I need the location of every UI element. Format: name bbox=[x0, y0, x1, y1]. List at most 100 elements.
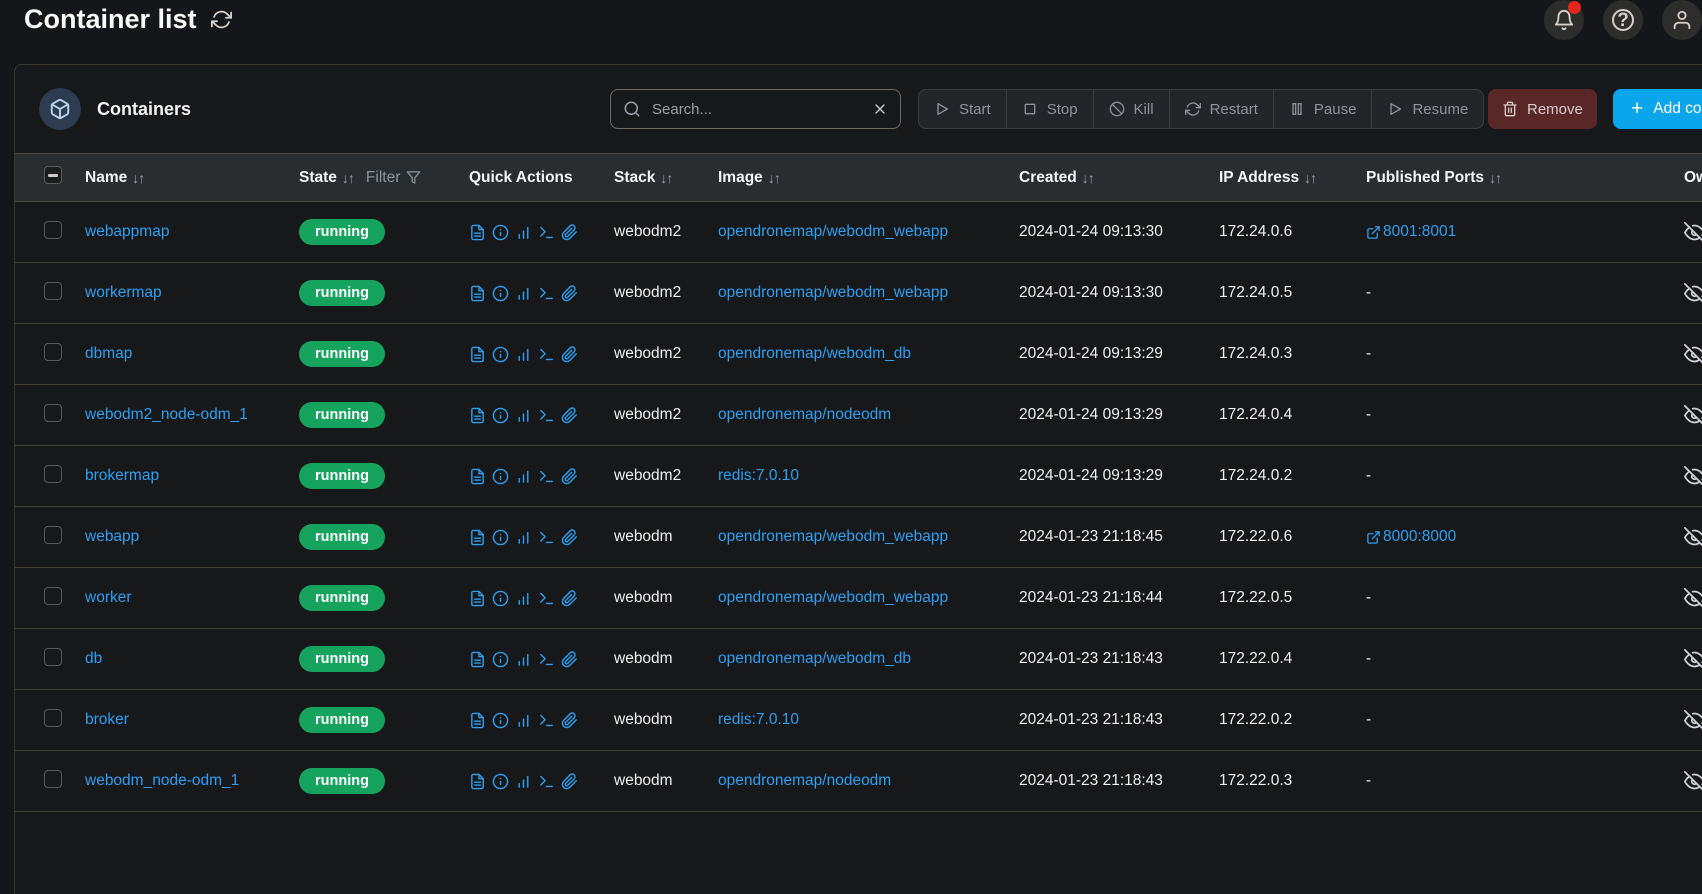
row-checkbox[interactable] bbox=[44, 586, 62, 605]
add-container-button[interactable]: + Add container bbox=[1613, 89, 1702, 129]
attach-icon[interactable] bbox=[561, 345, 578, 363]
image-link[interactable]: opendronemap/webodm_db bbox=[718, 650, 911, 667]
help-button[interactable]: ? bbox=[1603, 0, 1643, 40]
container-name-link[interactable]: dbmap bbox=[85, 345, 132, 362]
column-header-stack[interactable]: Stack ↓↑ bbox=[614, 153, 718, 202]
stats-icon[interactable] bbox=[515, 712, 532, 729]
attach-icon[interactable] bbox=[561, 589, 578, 607]
container-name-link[interactable]: webapp bbox=[85, 528, 139, 545]
logs-icon[interactable] bbox=[469, 224, 486, 241]
row-checkbox[interactable] bbox=[44, 342, 62, 361]
stop-button[interactable]: Stop bbox=[1005, 90, 1093, 128]
exec-console-icon[interactable] bbox=[538, 407, 555, 424]
row-checkbox[interactable] bbox=[44, 769, 62, 788]
stats-icon[interactable] bbox=[515, 529, 532, 546]
sort-icon[interactable]: ↓↑ bbox=[342, 170, 355, 186]
resume-button[interactable]: Resume bbox=[1371, 90, 1483, 128]
stats-icon[interactable] bbox=[515, 590, 532, 607]
column-header-ownership[interactable]: Ownership bbox=[1557, 153, 1702, 202]
exec-console-icon[interactable] bbox=[538, 651, 555, 668]
exec-console-icon[interactable] bbox=[538, 224, 555, 241]
stats-icon[interactable] bbox=[515, 224, 532, 241]
logs-icon[interactable] bbox=[469, 712, 486, 729]
container-name-link[interactable]: webodm_node-odm_1 bbox=[85, 772, 239, 789]
inspect-icon[interactable] bbox=[492, 529, 509, 546]
sort-icon[interactable]: ↓↑ bbox=[1489, 170, 1502, 186]
logs-icon[interactable] bbox=[469, 346, 486, 363]
row-checkbox[interactable] bbox=[44, 708, 62, 727]
notifications-button[interactable] bbox=[1544, 0, 1584, 40]
stats-icon[interactable] bbox=[515, 651, 532, 668]
image-link[interactable]: opendronemap/webodm_webapp bbox=[718, 528, 948, 545]
image-link[interactable]: opendronemap/webodm_webapp bbox=[718, 223, 948, 240]
container-name-link[interactable]: db bbox=[85, 650, 102, 667]
attach-icon[interactable] bbox=[561, 772, 578, 790]
attach-icon[interactable] bbox=[561, 406, 578, 424]
logs-icon[interactable] bbox=[469, 773, 486, 790]
inspect-icon[interactable] bbox=[492, 712, 509, 729]
inspect-icon[interactable] bbox=[492, 224, 509, 241]
stats-icon[interactable] bbox=[515, 407, 532, 424]
attach-icon[interactable] bbox=[561, 284, 578, 302]
column-header-ip[interactable]: IP Address ↓↑ bbox=[1219, 153, 1366, 202]
refresh-icon[interactable] bbox=[210, 9, 232, 30]
pause-button[interactable]: Pause bbox=[1272, 90, 1372, 128]
inspect-icon[interactable] bbox=[492, 590, 509, 607]
row-checkbox[interactable] bbox=[44, 464, 62, 483]
logs-icon[interactable] bbox=[469, 468, 486, 485]
exec-console-icon[interactable] bbox=[538, 529, 555, 546]
attach-icon[interactable] bbox=[561, 650, 578, 668]
attach-icon[interactable] bbox=[561, 223, 578, 241]
column-header-image[interactable]: Image ↓↑ bbox=[718, 153, 1019, 202]
stats-icon[interactable] bbox=[515, 285, 532, 302]
exec-console-icon[interactable] bbox=[538, 468, 555, 485]
stats-icon[interactable] bbox=[515, 468, 532, 485]
sort-icon[interactable]: ↓↑ bbox=[768, 170, 781, 186]
inspect-icon[interactable] bbox=[492, 468, 509, 485]
select-all-checkbox[interactable] bbox=[44, 166, 62, 184]
restart-button[interactable]: Restart bbox=[1168, 90, 1273, 128]
stats-icon[interactable] bbox=[515, 773, 532, 790]
image-link[interactable]: opendronemap/webodm_webapp bbox=[718, 589, 948, 606]
start-button[interactable]: Start bbox=[919, 90, 1006, 128]
logs-icon[interactable] bbox=[469, 651, 486, 668]
remove-button[interactable]: Remove bbox=[1488, 89, 1597, 129]
image-link[interactable]: opendronemap/nodeodm bbox=[718, 772, 891, 789]
attach-icon[interactable] bbox=[561, 467, 578, 485]
clear-search-icon[interactable] bbox=[872, 101, 888, 117]
container-name-link[interactable]: worker bbox=[85, 589, 132, 606]
attach-icon[interactable] bbox=[561, 528, 578, 546]
row-checkbox[interactable] bbox=[44, 403, 62, 422]
inspect-icon[interactable] bbox=[492, 407, 509, 424]
image-link[interactable]: redis:7.0.10 bbox=[718, 467, 799, 484]
sort-icon[interactable]: ↓↑ bbox=[132, 170, 145, 186]
stats-icon[interactable] bbox=[515, 346, 532, 363]
exec-console-icon[interactable] bbox=[538, 773, 555, 790]
image-link[interactable]: redis:7.0.10 bbox=[718, 711, 799, 728]
exec-console-icon[interactable] bbox=[538, 285, 555, 302]
exec-console-icon[interactable] bbox=[538, 712, 555, 729]
logs-icon[interactable] bbox=[469, 407, 486, 424]
row-checkbox[interactable] bbox=[44, 647, 62, 666]
inspect-icon[interactable] bbox=[492, 285, 509, 302]
sort-icon[interactable]: ↓↑ bbox=[660, 170, 673, 186]
image-link[interactable]: opendronemap/nodeodm bbox=[718, 406, 891, 423]
column-header-state[interactable]: State ↓↑ Filter bbox=[299, 153, 469, 202]
logs-icon[interactable] bbox=[469, 590, 486, 607]
inspect-icon[interactable] bbox=[492, 773, 509, 790]
column-header-name[interactable]: Name ↓↑ bbox=[85, 153, 299, 202]
image-link[interactable]: opendronemap/webodm_db bbox=[718, 345, 911, 362]
column-header-created[interactable]: Created ↓↑ bbox=[1019, 153, 1219, 202]
inspect-icon[interactable] bbox=[492, 346, 509, 363]
container-name-link[interactable]: brokermap bbox=[85, 467, 159, 484]
attach-icon[interactable] bbox=[561, 711, 578, 729]
state-filter-button[interactable]: Filter bbox=[366, 169, 421, 187]
image-link[interactable]: opendronemap/webodm_webapp bbox=[718, 284, 948, 301]
container-name-link[interactable]: workermap bbox=[85, 284, 162, 301]
sort-icon[interactable]: ↓↑ bbox=[1082, 170, 1095, 186]
published-port-link[interactable]: 8001:8001 bbox=[1366, 223, 1557, 241]
published-port-link[interactable]: 8000:8000 bbox=[1366, 528, 1557, 546]
container-name-link[interactable]: webappmap bbox=[85, 223, 169, 240]
exec-console-icon[interactable] bbox=[538, 590, 555, 607]
column-header-ports[interactable]: Published Ports ↓↑ bbox=[1366, 153, 1557, 202]
